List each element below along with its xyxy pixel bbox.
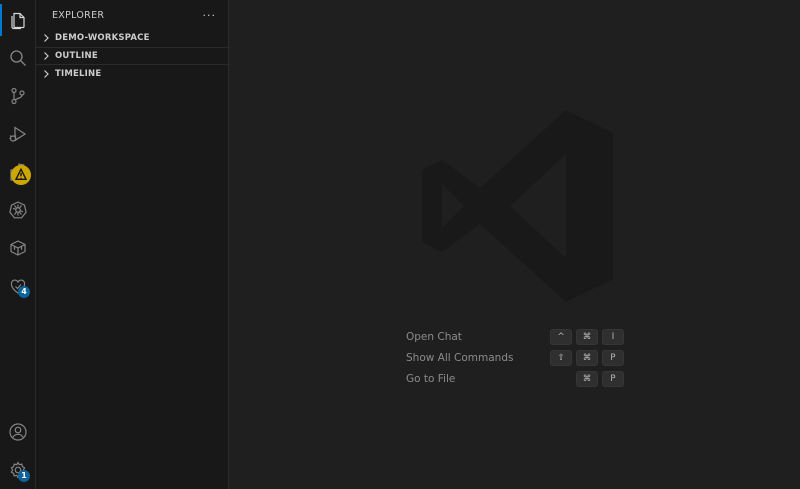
- key: P: [602, 349, 624, 366]
- activity-bar: 4 1: [0, 0, 36, 489]
- section-label: OUTLINE: [55, 50, 98, 61]
- activity-accounts[interactable]: [0, 414, 36, 450]
- shortcut-show-all-commands: Show All Commands ⇧ ⌘ P: [406, 347, 624, 368]
- activity-source-control[interactable]: [0, 78, 36, 114]
- section-demo-workspace[interactable]: DEMO-WORKSPACE: [36, 30, 228, 48]
- shortcut-go-to-file: Go to File ⌘ P: [406, 368, 624, 389]
- kubernetes-icon: [9, 201, 27, 219]
- explorer-sidebar: EXPLORER ··· DEMO-WORKSPACE OUTLINE TIME…: [36, 0, 229, 489]
- editor-area: Open Chat ^ ⌘ I Show All Commands ⇧ ⌘ P …: [229, 0, 800, 489]
- shortcut-label: Go to File: [406, 372, 456, 385]
- chevron-right-icon: [44, 69, 49, 78]
- shortcut-open-chat: Open Chat ^ ⌘ I: [406, 326, 624, 347]
- section-label: DEMO-WORKSPACE: [55, 33, 150, 44]
- keybinding: ⌘ P: [576, 370, 624, 387]
- activity-run-debug[interactable]: [0, 116, 36, 152]
- more-actions-button[interactable]: ···: [203, 9, 217, 22]
- key: P: [602, 370, 624, 387]
- key: ⌘: [576, 349, 598, 366]
- search-icon: [10, 50, 26, 66]
- key: ^: [550, 328, 572, 345]
- section-outline[interactable]: OUTLINE: [36, 48, 228, 65]
- run-debug-icon: [9, 126, 27, 142]
- shortcut-label: Show All Commands: [406, 351, 514, 364]
- manage-badge: 1: [18, 470, 30, 482]
- account-icon: [9, 423, 27, 441]
- package-icon: [10, 240, 26, 256]
- chevron-right-icon: [44, 51, 49, 60]
- activity-remote-explorer[interactable]: [0, 230, 36, 266]
- shortcut-hints: Open Chat ^ ⌘ I Show All Commands ⇧ ⌘ P …: [406, 326, 624, 389]
- warning-icon: [11, 165, 31, 185]
- vscode-logo-watermark-icon: [422, 110, 613, 302]
- section-label: TIMELINE: [55, 68, 102, 79]
- vscode-window: 4 1 EXPLORER ··· DEMO-WORKSPACE OUTLINE …: [0, 0, 800, 489]
- activity-search[interactable]: [0, 40, 36, 76]
- key: ⌘: [576, 328, 598, 345]
- chevron-right-icon: [44, 34, 49, 43]
- activity-explorer[interactable]: [0, 2, 36, 38]
- sidebar-title: EXPLORER: [52, 9, 105, 21]
- activity-kubernetes[interactable]: [0, 192, 36, 228]
- key: I: [602, 328, 624, 345]
- keybinding: ^ ⌘ I: [550, 328, 624, 345]
- testing-badge: 4: [18, 286, 30, 298]
- keybinding: ⇧ ⌘ P: [550, 349, 624, 366]
- source-control-icon: [11, 87, 25, 105]
- sidebar-header: EXPLORER ···: [36, 0, 228, 30]
- activity-manage[interactable]: 1: [0, 452, 36, 488]
- key: ⇧: [550, 349, 572, 366]
- section-timeline[interactable]: TIMELINE: [36, 65, 228, 83]
- shortcut-label: Open Chat: [406, 330, 462, 343]
- key: ⌘: [576, 370, 598, 387]
- activity-testing[interactable]: 4: [0, 268, 36, 304]
- files-icon: [11, 12, 25, 30]
- activity-extensions[interactable]: [0, 154, 36, 190]
